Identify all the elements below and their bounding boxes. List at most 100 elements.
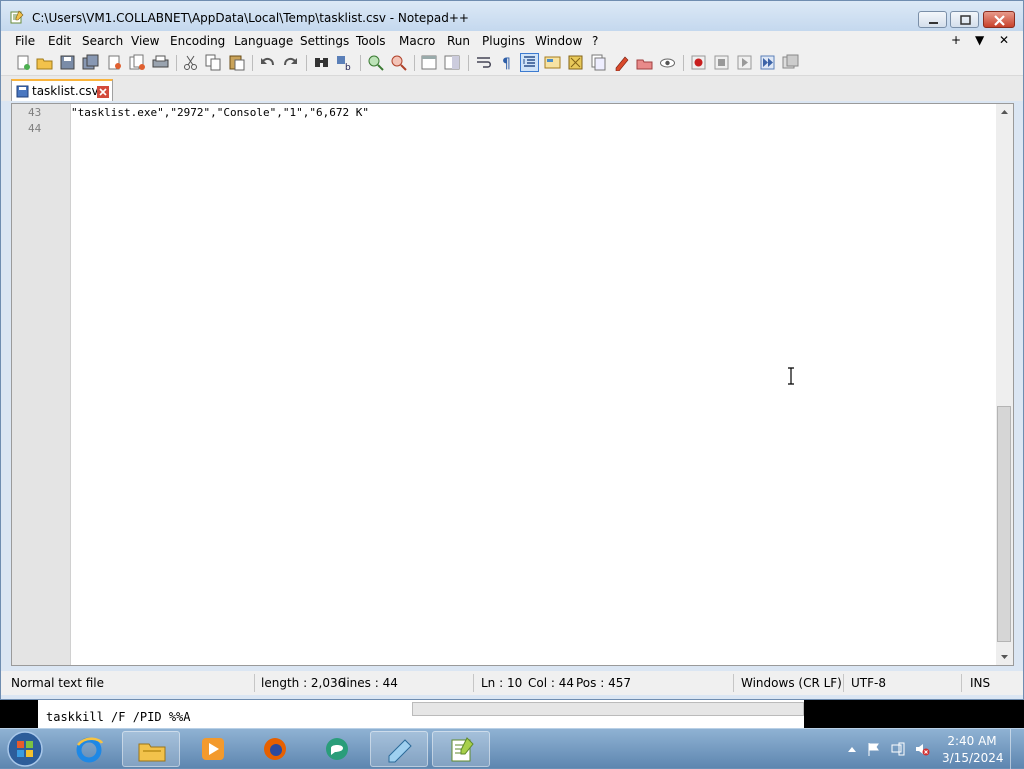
- menu-language[interactable]: Language: [234, 34, 293, 48]
- clock-time[interactable]: 2:40 AM: [942, 734, 1002, 748]
- menu-edit[interactable]: Edit: [48, 34, 71, 48]
- menu-window[interactable]: Window: [535, 34, 582, 48]
- notepadpp-icon: [451, 737, 474, 762]
- file-explorer-icon: [138, 743, 166, 762]
- vertical-scrollbar[interactable]: [996, 104, 1013, 665]
- redo-icon[interactable]: [282, 54, 299, 71]
- stop-macro-icon[interactable]: [713, 54, 730, 71]
- close-all-icon[interactable]: [129, 54, 146, 71]
- volume-muted-icon[interactable]: [914, 741, 930, 757]
- taskbar-internet-explorer[interactable]: [60, 731, 118, 767]
- sync-vertical-icon[interactable]: [421, 54, 438, 71]
- menu-file[interactable]: File: [15, 34, 35, 48]
- internet-explorer-icon: [76, 737, 104, 763]
- copy-icon[interactable]: [205, 54, 222, 71]
- play-macro-icon[interactable]: [736, 54, 753, 71]
- taskbar-media-player[interactable]: [184, 731, 242, 767]
- console-scrollbar[interactable]: [412, 702, 804, 716]
- save-all-icon[interactable]: [82, 54, 99, 71]
- minimize-button[interactable]: [918, 11, 947, 28]
- save-macro-icon[interactable]: [782, 54, 799, 71]
- record-macro-icon[interactable]: [690, 54, 707, 71]
- tab-tasklist-csv[interactable]: tasklist.csv: [11, 79, 113, 101]
- word-wrap-icon[interactable]: [475, 54, 492, 71]
- console-text-area[interactable]: taskkill /F /PID %%A: [38, 700, 804, 728]
- eye-icon[interactable]: [659, 54, 676, 71]
- toolbar-separator: [360, 55, 361, 71]
- function-list-icon[interactable]: [590, 54, 607, 71]
- status-encoding: UTF-8: [851, 676, 886, 690]
- menu-search[interactable]: Search: [82, 34, 123, 48]
- close-icon[interactable]: [106, 54, 123, 71]
- taskbar-file-explorer[interactable]: [122, 731, 180, 767]
- status-eol: Windows (CR LF): [741, 676, 842, 690]
- toolbar-separator: [306, 55, 307, 71]
- taskbar-notepad[interactable]: [370, 731, 428, 767]
- scroll-down-arrow-icon[interactable]: [996, 648, 1013, 665]
- scrollbar-thumb[interactable]: [997, 406, 1011, 642]
- open-file-icon[interactable]: [36, 54, 53, 71]
- title-bar[interactable]: C:\Users\VM1.COLLABNET\AppData\Local\Tem…: [1, 1, 1023, 31]
- code-line[interactable]: "tasklist.exe","2972","Console","1","6,6…: [71, 106, 369, 119]
- save-icon[interactable]: [59, 54, 76, 71]
- notepadpp-window: C:\Users\VM1.COLLABNET\AppData\Local\Tem…: [0, 0, 1024, 700]
- menu-macro[interactable]: Macro: [399, 34, 435, 48]
- toolbar-separator: [468, 55, 469, 71]
- svg-text:b: b: [345, 63, 351, 71]
- new-tab-button[interactable]: +: [951, 33, 961, 47]
- action-center-flag-icon[interactable]: [866, 741, 882, 757]
- firefox-icon: [264, 738, 286, 760]
- new-file-icon[interactable]: [15, 54, 32, 71]
- toolbar-separator: [414, 55, 415, 71]
- menu-encoding[interactable]: Encoding: [170, 34, 225, 48]
- tab-close-icon[interactable]: [97, 86, 109, 98]
- scroll-up-arrow-icon[interactable]: [996, 104, 1013, 121]
- media-player-icon: [202, 738, 224, 760]
- undo-icon[interactable]: [259, 54, 276, 71]
- menu-plugins[interactable]: Plugins: [482, 34, 525, 48]
- taskbar-chat-app[interactable]: [308, 731, 366, 767]
- tab-strip: tasklist.csv: [1, 76, 1023, 101]
- zoom-out-icon[interactable]: [390, 54, 407, 71]
- sync-horizontal-icon[interactable]: [444, 54, 461, 71]
- paste-icon[interactable]: [228, 54, 245, 71]
- show-desktop-button[interactable]: [1010, 729, 1024, 769]
- taskbar-firefox[interactable]: [246, 731, 304, 767]
- close-tab-button[interactable]: ✕: [999, 33, 1009, 47]
- cut-icon[interactable]: [182, 54, 199, 71]
- notepadpp-app-icon: [10, 10, 24, 24]
- console-command-text: taskkill /F /PID %%A: [46, 710, 191, 724]
- status-insert-mode: INS: [970, 676, 991, 690]
- tab-list-dropdown[interactable]: ▼: [975, 33, 984, 47]
- toolbar-separator: [252, 55, 253, 71]
- document-map-icon[interactable]: [567, 54, 584, 71]
- show-all-chars-icon[interactable]: ¶: [498, 54, 515, 71]
- menu-help[interactable]: ?: [592, 34, 598, 48]
- clock-date[interactable]: 3/15/2024: [942, 751, 1004, 765]
- menu-view[interactable]: View: [131, 34, 159, 48]
- text-editor[interactable]: 43 "tasklist.exe","2972","Console","1","…: [11, 103, 1014, 666]
- menu-tools[interactable]: Tools: [356, 34, 386, 48]
- status-length: length : 2,036: [261, 676, 346, 690]
- status-line: Ln : 10: [481, 676, 523, 690]
- print-icon[interactable]: [152, 54, 169, 71]
- menu-settings[interactable]: Settings: [300, 34, 349, 48]
- status-lines: lines : 44: [343, 676, 398, 690]
- show-hidden-icons-icon[interactable]: [844, 741, 860, 757]
- zoom-in-icon[interactable]: [367, 54, 384, 71]
- folder-as-workspace-icon[interactable]: [613, 54, 630, 71]
- user-language-icon[interactable]: [544, 54, 561, 71]
- network-icon[interactable]: [890, 741, 906, 757]
- indent-guide-icon[interactable]: [520, 53, 539, 72]
- monitoring-icon[interactable]: [636, 54, 653, 71]
- maximize-button[interactable]: [950, 11, 979, 28]
- find-icon[interactable]: [313, 54, 330, 71]
- start-button-icon[interactable]: [5, 730, 45, 768]
- close-window-button[interactable]: [983, 11, 1015, 28]
- status-separator: [473, 674, 474, 692]
- svg-text:¶: ¶: [502, 56, 511, 71]
- run-macro-multiple-icon[interactable]: [759, 54, 776, 71]
- menu-run[interactable]: Run: [447, 34, 470, 48]
- taskbar-notepadpp[interactable]: [432, 731, 490, 767]
- replace-icon[interactable]: b: [336, 54, 353, 71]
